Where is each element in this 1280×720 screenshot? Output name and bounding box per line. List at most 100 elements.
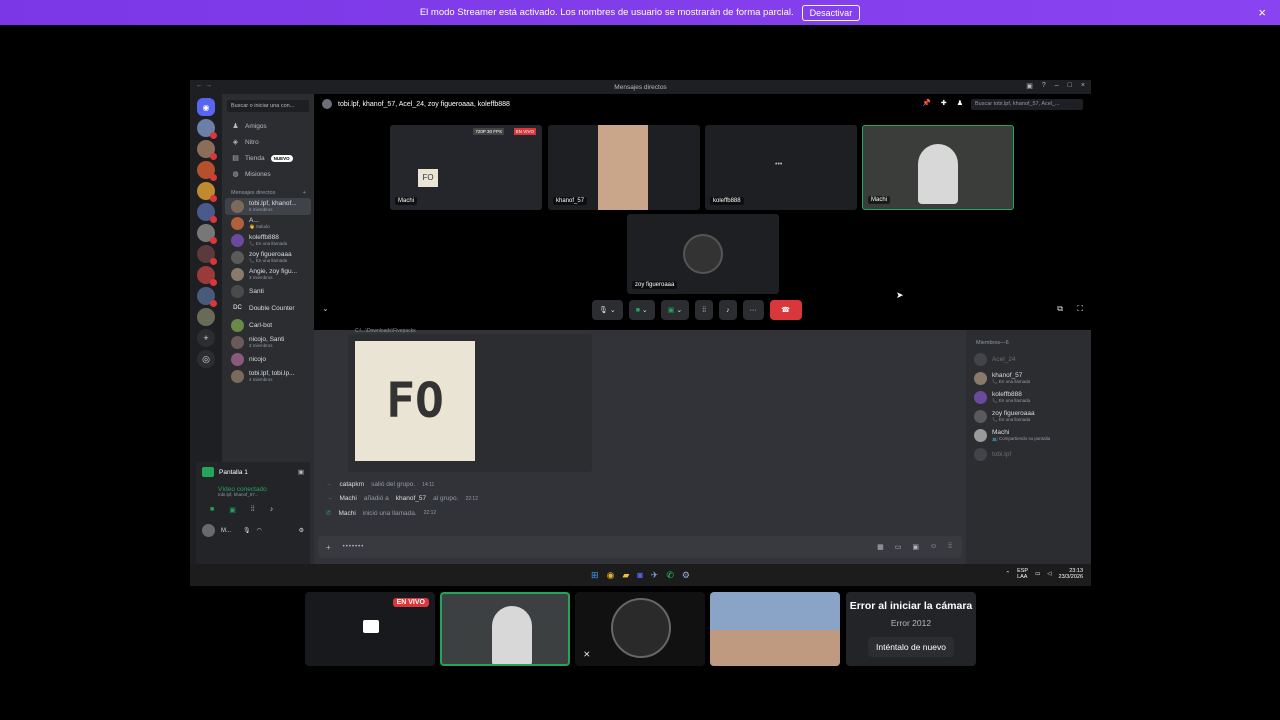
nav-item-nitro[interactable]: ◈ Nitro (222, 134, 314, 150)
screen-share-button[interactable]: ▣ ⌄ (660, 300, 690, 320)
video-tile[interactable]: zoy figueroaaa (627, 214, 779, 294)
volume-icon[interactable]: ◁ (1047, 571, 1051, 577)
dm-search-input[interactable]: Buscar o iniciar una con... (227, 100, 309, 112)
server-icon[interactable] (197, 182, 217, 202)
add-friend-icon[interactable]: ✚ (941, 99, 947, 107)
member-item[interactable]: khanof_57 📞 En una llamada (966, 369, 1091, 388)
video-tile[interactable]: Machi (862, 125, 1014, 210)
nav-item-shop[interactable]: ▤ Tienda NUEVO (222, 150, 314, 166)
window-close-icon[interactable]: × (1081, 82, 1085, 90)
message-input[interactable]: ••••••• (343, 544, 365, 550)
pin-icon[interactable]: 📌 (922, 99, 931, 107)
disable-streamer-button[interactable]: Desactivar (801, 4, 861, 21)
nav-item-friends[interactable]: ♟ Amigos (222, 118, 314, 134)
participant-tile[interactable] (440, 592, 570, 666)
back-forward-icon[interactable]: ← → (196, 82, 212, 89)
camera-icon[interactable]: ■ (210, 506, 214, 514)
server-icon[interactable] (197, 140, 217, 160)
add-server-icon[interactable]: + (197, 329, 215, 347)
stream-settings-icon[interactable]: ▣ (298, 468, 304, 476)
video-tile[interactable]: FO 720P 30 FPS EN VIVO Machi (390, 125, 542, 210)
popout-icon[interactable]: ⧉ (1057, 304, 1063, 314)
member-item[interactable]: Machi 📺 Compartiendo su pantalla (966, 426, 1091, 445)
soundboard-button[interactable]: ♪ (719, 300, 737, 320)
video-tile[interactable]: ••• koleffb888 (705, 125, 857, 210)
camera-toggle-button[interactable]: ■ ⌄ (628, 300, 655, 320)
member-item[interactable]: tobi.lpf (966, 445, 1091, 464)
add-dm-icon[interactable]: + (303, 190, 306, 196)
mic-toggle-button[interactable]: 🎙 ⌄ (592, 300, 623, 320)
member-item[interactable]: zoy figueroaaa 📞 En una llamada (966, 407, 1091, 426)
dm-item[interactable]: tobi.lpf, tobi.lp... 4 miembros (225, 368, 311, 385)
gift-icon[interactable]: ▦ (877, 543, 884, 551)
server-icon[interactable] (197, 308, 215, 326)
members-icon[interactable]: ♟ (957, 99, 963, 107)
emoji-icon[interactable]: ☺ (930, 543, 937, 551)
windows-start-icon[interactable]: ⊞ (591, 570, 599, 581)
dm-item[interactable]: A... 👋 Saludo (225, 215, 311, 232)
chrome-icon[interactable]: ◉ (607, 570, 615, 581)
server-icon[interactable] (197, 287, 217, 307)
server-icon[interactable] (197, 224, 217, 244)
hang-up-button[interactable]: ☎ (769, 300, 802, 320)
participant-tile[interactable]: EN VIVO (305, 592, 435, 666)
activities-icon[interactable]: ⁞⁞ (251, 506, 255, 514)
apps-icon[interactable]: ⁞⁞ (948, 543, 952, 551)
tray-chevron-icon[interactable]: ⌃ (1005, 571, 1010, 577)
headphones-icon[interactable]: ◠ (257, 527, 262, 534)
fullscreen-icon[interactable]: ⛶ (1077, 304, 1083, 314)
nav-item-quests[interactable]: ◍ Misiones (222, 166, 314, 182)
dm-item[interactable]: zoy figueroaaa 📞 En una llamada (225, 249, 311, 266)
event-user[interactable]: Machi (338, 510, 355, 517)
dm-item[interactable]: DC Double Counter (225, 300, 311, 317)
mic-icon[interactable]: 🎙 (243, 527, 251, 534)
attachment-image[interactable]: FO (355, 341, 475, 461)
event-target[interactable]: khanof_57 (396, 495, 426, 502)
close-icon[interactable]: × (1258, 5, 1266, 20)
activities-button[interactable]: ⁞⁞ (695, 300, 714, 320)
help-icon[interactable]: ? (1042, 82, 1046, 90)
dm-item[interactable]: nicojo, Santi 3 miembros (225, 334, 311, 351)
dm-item[interactable]: nicojo (225, 351, 311, 368)
server-icon[interactable] (197, 161, 217, 181)
discord-home-icon[interactable]: ◉ (197, 98, 215, 116)
soundboard-icon[interactable]: ♪ (270, 506, 274, 514)
dm-item[interactable]: Carl-bot (225, 317, 311, 334)
member-item[interactable]: Acel_24 (966, 350, 1091, 369)
steam-icon[interactable]: ✈ (651, 570, 659, 581)
network-icon[interactable]: ▭ (1035, 571, 1040, 577)
maximize-icon[interactable]: □ (1068, 82, 1072, 90)
dm-item[interactable]: koleffb888 📞 En una llamada (225, 232, 311, 249)
participant-tile[interactable] (710, 592, 840, 666)
server-icon[interactable] (197, 266, 217, 286)
inbox-icon[interactable]: ▣ (1026, 82, 1033, 90)
dm-item[interactable]: Angie, zoy figu... 3 miembros (225, 266, 311, 283)
explore-icon[interactable]: ◎ (197, 350, 215, 368)
folder-icon[interactable]: ▰ (622, 570, 629, 581)
minimize-icon[interactable]: – (1055, 82, 1059, 90)
image-embed[interactable]: FO (348, 334, 592, 472)
more-options-button[interactable]: ··· (742, 300, 764, 320)
participant-tile[interactable]: ⨯ (575, 592, 705, 666)
settings-icon[interactable]: ⚙ (299, 527, 304, 534)
server-icon[interactable] (197, 119, 217, 139)
server-icon[interactable] (197, 245, 217, 265)
dm-item[interactable]: tobi.lpf, khanof... 6 miembros (225, 198, 311, 215)
event-user[interactable]: catapkm (340, 481, 365, 488)
member-item[interactable]: koleffb888 📞 En una llamada (966, 388, 1091, 407)
dm-item[interactable]: Santi (225, 283, 311, 300)
settings-app-icon[interactable]: ⚙ (682, 570, 690, 581)
add-attachment-icon[interactable]: + (326, 543, 331, 552)
sticker-icon[interactable]: ▣ (912, 543, 919, 551)
chevron-down-icon[interactable]: ⌄ (322, 304, 329, 313)
server-icon[interactable] (197, 203, 217, 223)
event-user[interactable]: Machi (340, 495, 357, 502)
discord-icon[interactable]: ◙ (637, 570, 642, 580)
gif-icon[interactable]: ▭ (895, 543, 902, 551)
message-composer[interactable]: + ••••••• ▦ ▭ ▣ ☺ ⁞⁞ (318, 536, 962, 558)
share-screen-icon[interactable]: ▣ (229, 506, 236, 514)
retry-button[interactable]: Inténtalo de nuevo (868, 637, 954, 657)
whatsapp-icon[interactable]: ✆ (666, 570, 674, 581)
video-tile[interactable]: khanof_57 (548, 125, 700, 210)
call-search-input[interactable]: Buscar tobi.lpf, khanof_57, Acel_... (971, 99, 1083, 110)
